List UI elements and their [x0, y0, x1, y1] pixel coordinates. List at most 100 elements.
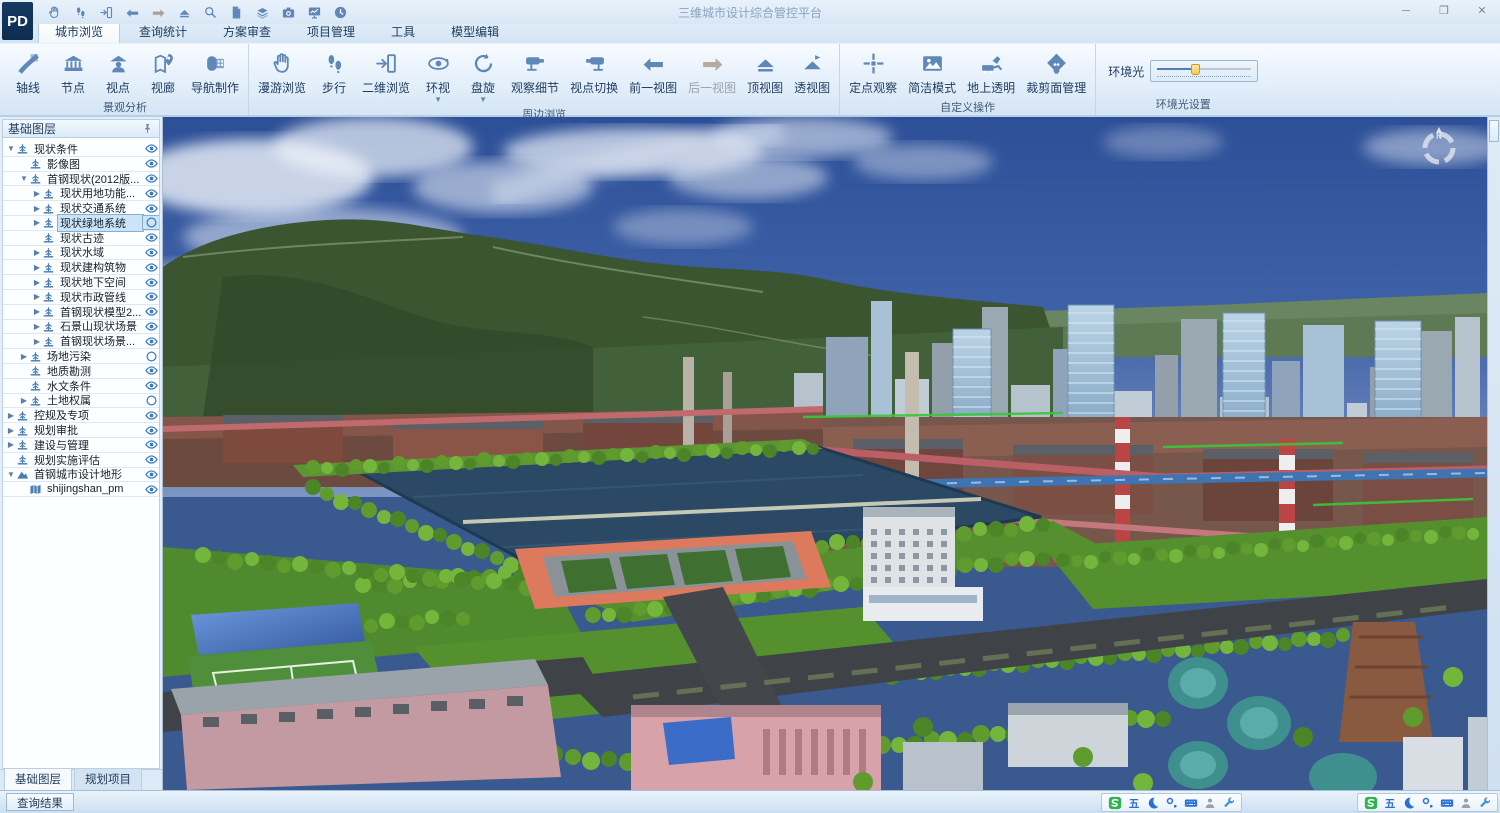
expander-icon[interactable]: ▶	[32, 189, 42, 198]
expander-icon[interactable]: ▼	[6, 470, 16, 479]
visibility-eye-icon[interactable]	[143, 276, 159, 289]
layer-tree-item-水文条件[interactable]: 水文条件	[3, 379, 159, 394]
ribbon-button-裁剪面管理[interactable]: 裁剪面管理	[1021, 46, 1091, 97]
expander-icon[interactable]: ▶	[32, 322, 42, 331]
layer-tree-item-现状地下空间[interactable]: ▶现状地下空间	[3, 275, 159, 290]
visibility-eye-icon[interactable]	[143, 187, 159, 200]
visibility-eye-icon[interactable]	[143, 453, 159, 466]
account-icon[interactable]	[1458, 795, 1473, 810]
expander-icon[interactable]: ▶	[6, 426, 16, 435]
expander-icon[interactable]: ▶	[32, 307, 42, 316]
expander-icon[interactable]: ▶	[6, 411, 16, 420]
visibility-eye-icon[interactable]	[143, 424, 159, 437]
minimize-button[interactable]: ─	[1398, 4, 1414, 17]
slider-thumb[interactable]	[1191, 64, 1200, 75]
expander-icon[interactable]: ▼	[19, 174, 29, 183]
layer-tree-item-控规及专项[interactable]: ▶控规及专项	[3, 408, 159, 423]
visibility-eye-icon[interactable]	[143, 438, 159, 451]
punctuation-icon[interactable]	[1420, 795, 1435, 810]
layer-tree-item-现状交通系统[interactable]: ▶现状交通系统	[3, 201, 159, 216]
panel-tab-基础图层[interactable]: 基础图层	[4, 768, 72, 790]
expander-icon[interactable]: ▶	[19, 396, 29, 405]
ribbon-button-顶视图[interactable]: 顶视图	[742, 46, 788, 97]
visibility-eye-icon[interactable]	[143, 320, 159, 333]
ribbon-button-节点[interactable]: 节点	[51, 46, 95, 97]
layer-tree-item-规划实施评估[interactable]: 规划实施评估	[3, 453, 159, 468]
pan-hand-icon[interactable]	[46, 4, 63, 21]
expander-icon[interactable]: ▶	[32, 292, 42, 301]
document-icon[interactable]	[228, 4, 245, 21]
ribbon-button-前一视图[interactable]: 前一视图	[624, 46, 682, 97]
layer-tree-item-现状水域[interactable]: ▶现状水域	[3, 246, 159, 261]
expander-icon[interactable]: ▶	[32, 248, 42, 257]
layer-tree-item-现状古迹[interactable]: 现状古迹	[3, 231, 159, 246]
visibility-eye-icon[interactable]	[143, 483, 159, 496]
layer-tree-item-石景山现状场景[interactable]: ▶石景山现状场景	[3, 320, 159, 335]
visibility-eye-icon[interactable]	[143, 142, 159, 155]
expander-icon[interactable]: ▶	[32, 218, 42, 227]
ribbon-button-视廊[interactable]: 视廊	[141, 46, 185, 97]
visibility-eye-icon[interactable]	[143, 305, 159, 318]
layer-tree-item-shijingshan_pm[interactable]: shijingshan_pm	[3, 482, 159, 497]
camera-icon[interactable]	[280, 4, 297, 21]
halfwidth-moon-icon[interactable]	[1145, 795, 1160, 810]
restore-button[interactable]: ❐	[1436, 4, 1452, 17]
layer-tree-item-规划审批[interactable]: ▶规划审批	[3, 423, 159, 438]
layer-tree-item-土地权属[interactable]: ▶土地权属	[3, 394, 159, 409]
app-logo[interactable]: PD	[2, 2, 33, 40]
ribbon-button-盘旋[interactable]: 盘旋▼	[461, 46, 505, 104]
panel-expand-button[interactable]	[1489, 120, 1499, 142]
ime-toolbar-2[interactable]: 五	[1357, 793, 1498, 812]
compass-widget[interactable]: N	[1416, 123, 1462, 169]
sogou-input-icon[interactable]	[1107, 795, 1122, 810]
ribbon-button-环视[interactable]: 环视▼	[416, 46, 460, 104]
ribbon-button-观察细节[interactable]: 观察细节	[506, 46, 564, 97]
expander-icon[interactable]: ▶	[32, 263, 42, 272]
soft-keyboard-icon[interactable]	[1183, 795, 1198, 810]
history-icon[interactable]	[332, 4, 349, 21]
expander-icon[interactable]: ▶	[32, 337, 42, 346]
layer-tree-item-场地污染[interactable]: ▶场地污染	[3, 349, 159, 364]
settings-wrench-icon[interactable]	[1221, 795, 1236, 810]
layer-tree-item-现状用地功能...[interactable]: ▶现状用地功能...	[3, 186, 159, 201]
close-button[interactable]: ✕	[1474, 4, 1490, 17]
ribbon-button-轴线[interactable]: 轴线	[6, 46, 50, 97]
top-view-icon[interactable]	[176, 4, 193, 21]
query-result-button[interactable]: 查询结果	[6, 793, 74, 811]
layer-tree-item-地质勘测[interactable]: 地质勘测	[3, 364, 159, 379]
wubi-mode-icon[interactable]: 五	[1382, 795, 1397, 810]
right-collapsed-panel[interactable]	[1487, 117, 1500, 790]
observe-icon[interactable]	[202, 4, 219, 21]
ribbon-button-地上透明[interactable]: 地上透明	[962, 46, 1020, 97]
dropdown-arrow-icon[interactable]: ▼	[479, 97, 487, 103]
expander-icon[interactable]: ▼	[6, 144, 16, 153]
visibility-eye-icon[interactable]	[143, 246, 159, 259]
layer-tree-item-现状绿地系统[interactable]: ▶现状绿地系统	[3, 216, 159, 231]
expander-icon[interactable]: ▶	[32, 278, 42, 287]
visibility-eye-icon[interactable]	[143, 468, 159, 481]
expander-icon[interactable]: ▶	[32, 204, 42, 213]
visibility-circle-icon[interactable]	[143, 394, 159, 407]
settings-wrench-icon[interactable]	[1477, 795, 1492, 810]
layer-tree-item-首钢现状场景...[interactable]: ▶首钢现状场景...	[3, 334, 159, 349]
visibility-eye-icon[interactable]	[143, 409, 159, 422]
punctuation-icon[interactable]	[1164, 795, 1179, 810]
city-3d-scene[interactable]	[163, 117, 1487, 790]
visibility-eye-icon[interactable]	[143, 335, 159, 348]
layer-tree-item-建设与管理[interactable]: ▶建设与管理	[3, 438, 159, 453]
ribbon-button-视点[interactable]: 视点	[96, 46, 140, 97]
layer-tree-item-现状条件[interactable]: ▼现状条件	[3, 142, 159, 157]
visibility-eye-icon[interactable]	[143, 172, 159, 185]
viewport-3d[interactable]: N	[163, 117, 1487, 790]
visibility-eye-icon[interactable]	[143, 157, 159, 170]
ribbon-button-导航制作[interactable]: 导航制作	[186, 46, 244, 97]
visibility-circle-icon[interactable]	[143, 350, 159, 363]
layer-tree-item-现状建构筑物[interactable]: ▶现状建构筑物	[3, 260, 159, 275]
account-icon[interactable]	[1202, 795, 1217, 810]
ime-toolbar-1[interactable]: 五	[1101, 793, 1242, 812]
visibility-eye-icon[interactable]	[143, 261, 159, 274]
visibility-eye-icon[interactable]	[143, 290, 159, 303]
dropdown-arrow-icon[interactable]: ▼	[434, 97, 442, 103]
layer-tree-item-首钢现状模型2...[interactable]: ▶首钢现状模型2...	[3, 305, 159, 320]
walk-icon[interactable]	[72, 4, 89, 21]
